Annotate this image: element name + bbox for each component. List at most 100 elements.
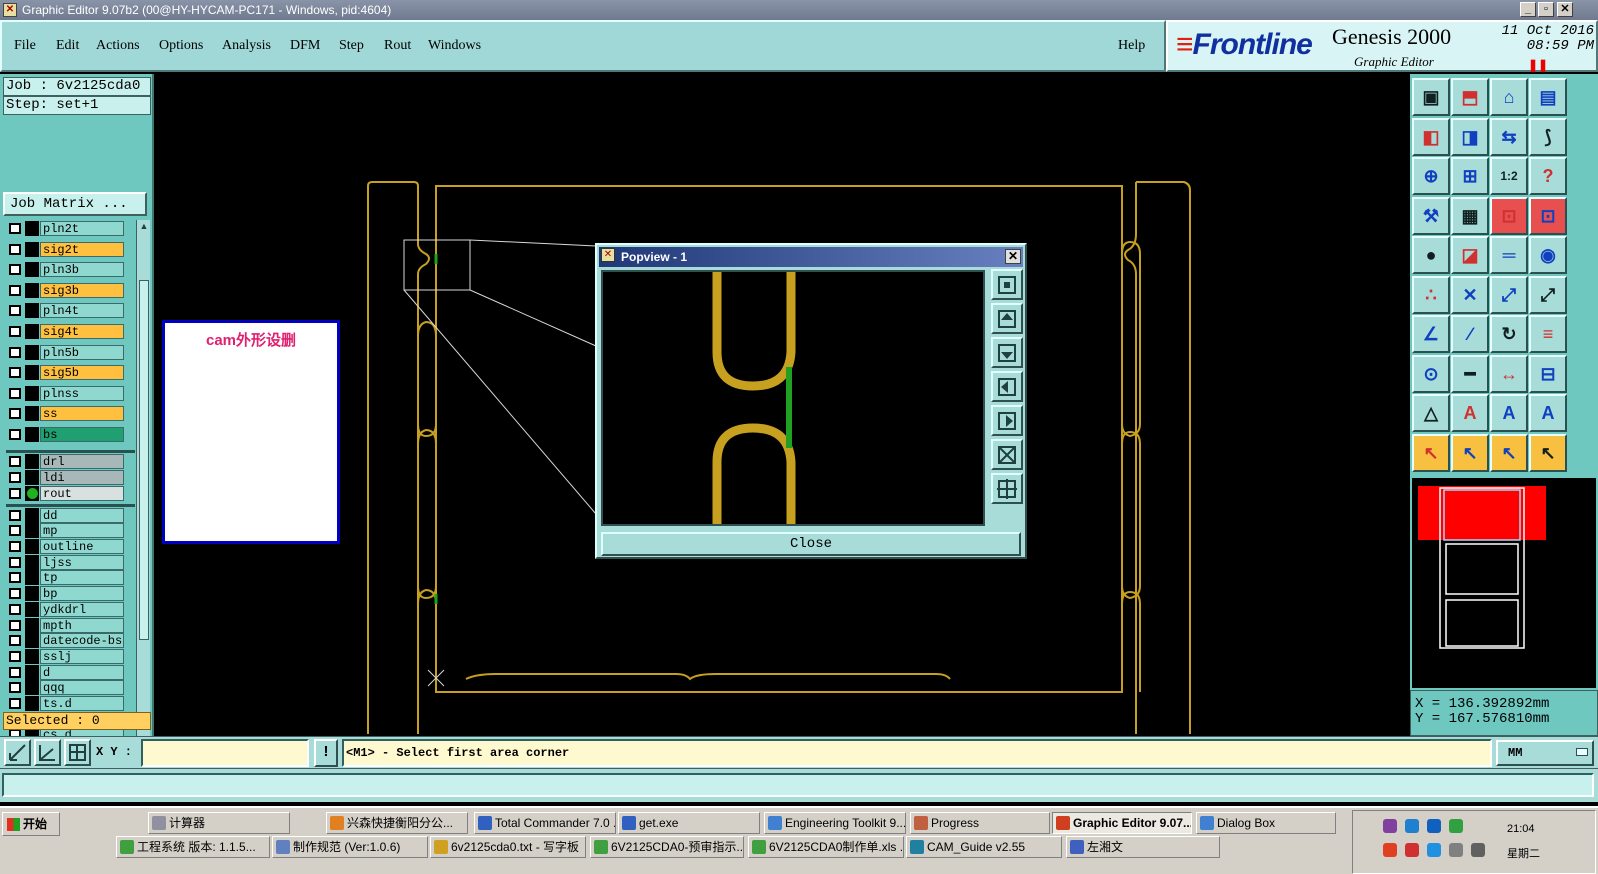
- tool-window-icon[interactable]: ▤: [1529, 78, 1567, 116]
- layer-checkbox[interactable]: [9, 408, 21, 420]
- layer-row[interactable]: plnss: [3, 385, 135, 401]
- taskbar-item[interactable]: 6V2125CDA0-预审指示....: [590, 836, 744, 858]
- layer-name[interactable]: plnss: [40, 385, 124, 401]
- menu-windows[interactable]: Windows: [428, 38, 481, 54]
- tool-a2-icon[interactable]: A: [1490, 394, 1528, 432]
- layer-row[interactable]: pln3b: [3, 262, 135, 278]
- layer-scrollbar[interactable]: ▲ ▼: [136, 220, 150, 780]
- layer-checkbox[interactable]: [9, 429, 21, 440]
- layer-name[interactable]: pln5b: [40, 344, 124, 360]
- tool-net-icon[interactable]: ⊡: [1490, 196, 1528, 235]
- layer-checkbox[interactable]: [9, 635, 21, 647]
- layer-row[interactable]: sig4t: [3, 324, 135, 339]
- tray-icon[interactable]: [1383, 843, 1397, 857]
- taskbar-item[interactable]: 6v2125cda0.txt - 写字板: [430, 836, 586, 858]
- start-button[interactable]: 开始: [2, 812, 60, 836]
- layer-row[interactable]: pln2t: [3, 221, 135, 236]
- layer-name[interactable]: mpth: [40, 617, 124, 633]
- tool-line-icon[interactable]: ∕: [1451, 315, 1489, 353]
- tool-home-icon[interactable]: ▣: [1412, 78, 1450, 116]
- overview-map[interactable]: [1410, 476, 1598, 690]
- layer-name[interactable]: sig3b: [40, 282, 124, 298]
- layer-row[interactable]: ss: [3, 406, 135, 422]
- layer-row[interactable]: ts.d: [3, 696, 135, 711]
- layer-row[interactable]: rout: [3, 485, 135, 501]
- layer-name[interactable]: drl: [40, 453, 124, 469]
- layer-checkbox[interactable]: [9, 588, 21, 600]
- menu-rout[interactable]: Rout: [384, 38, 411, 54]
- layer-row[interactable]: ydkdrl: [3, 601, 135, 617]
- tool-minus-icon[interactable]: ━: [1451, 354, 1489, 393]
- layer-checkbox[interactable]: [9, 387, 21, 399]
- tool-save-icon[interactable]: ⬒: [1451, 78, 1489, 116]
- layer-row[interactable]: pln5b: [3, 344, 135, 360]
- tool-pointer4-icon[interactable]: ↖: [1529, 433, 1567, 472]
- layer-name[interactable]: ss: [40, 406, 124, 422]
- bluetooth-icon[interactable]: [1427, 819, 1441, 833]
- layer-checkbox[interactable]: [9, 682, 21, 694]
- menu-options[interactable]: Options: [159, 38, 203, 54]
- network-icon[interactable]: [1449, 843, 1463, 857]
- tool-circle-icon[interactable]: ◉: [1529, 236, 1567, 274]
- layer-checkbox[interactable]: [9, 346, 21, 358]
- layer-checkbox[interactable]: [9, 509, 21, 521]
- layer-row[interactable]: outline: [3, 539, 135, 554]
- layer-name[interactable]: pln2t: [40, 221, 124, 236]
- layer-checkbox[interactable]: [9, 650, 21, 662]
- popview-close-button[interactable]: Close: [601, 532, 1021, 556]
- close-window-button[interactable]: ✕: [1557, 2, 1573, 17]
- layer-checkbox[interactable]: [9, 541, 21, 552]
- taskbar-item[interactable]: 工程系统 版本: 1.1.5...: [116, 836, 270, 858]
- layer-row[interactable]: ldi: [3, 469, 135, 485]
- layer-name[interactable]: sig2t: [40, 241, 124, 257]
- layer-checkbox[interactable]: [9, 603, 21, 615]
- layer-row[interactable]: sig3b: [3, 282, 135, 298]
- layer-checkbox[interactable]: [9, 525, 21, 537]
- zoom-out-icon[interactable]: [991, 473, 1023, 504]
- tool-prev-icon[interactable]: ◧: [1412, 117, 1450, 156]
- popview-close-icon[interactable]: ✕: [1005, 249, 1021, 264]
- menu-analysis[interactable]: Analysis: [222, 38, 271, 54]
- taskbar-item[interactable]: 制作规范 (Ver:1.0.6): [272, 836, 428, 858]
- message-button[interactable]: !: [314, 739, 338, 767]
- tray-icon[interactable]: [1383, 819, 1397, 833]
- layer-name[interactable]: pln4t: [40, 303, 124, 319]
- tool-ruler-icon[interactable]: ═: [1490, 236, 1528, 274]
- layer-name[interactable]: ldi: [40, 469, 124, 485]
- tool-a3-icon[interactable]: A: [1529, 394, 1567, 432]
- tool-tri-icon[interactable]: △: [1412, 394, 1450, 432]
- taskbar-item[interactable]: Graphic Editor 9.07...: [1052, 812, 1192, 834]
- taskbar-item[interactable]: 兴森快捷衡阳分公...: [326, 812, 468, 834]
- menu-actions[interactable]: Actions: [96, 38, 140, 54]
- scroll-up-icon[interactable]: ▲: [138, 220, 150, 232]
- layer-name[interactable]: sig5b: [40, 365, 124, 381]
- layer-name[interactable]: datecode-bs: [40, 633, 124, 649]
- layer-checkbox[interactable]: [9, 223, 21, 234]
- layer-checkbox[interactable]: [9, 455, 21, 467]
- layer-name[interactable]: ljss: [40, 554, 124, 570]
- tool-zoom-fit-icon[interactable]: ⊕: [1412, 157, 1450, 195]
- taskbar-item[interactable]: Engineering Toolkit 9....: [764, 812, 906, 834]
- layer-row[interactable]: ljss: [3, 554, 135, 570]
- layer-checkbox[interactable]: [9, 326, 21, 337]
- taskbar-item[interactable]: Progress: [910, 812, 1050, 834]
- layer-checkbox[interactable]: [9, 243, 21, 255]
- layer-name[interactable]: outline: [40, 539, 124, 554]
- popview-canvas[interactable]: [601, 270, 985, 526]
- layer-row[interactable]: sslj: [3, 648, 135, 664]
- taskbar-item[interactable]: Dialog Box: [1196, 812, 1336, 834]
- layer-checkbox[interactable]: [9, 471, 21, 483]
- tool-pointer3-icon[interactable]: ↖: [1490, 433, 1528, 472]
- pan-right-icon[interactable]: [991, 405, 1023, 436]
- pan-up-icon[interactable]: [991, 303, 1023, 334]
- tool-next-icon[interactable]: ◨: [1451, 117, 1489, 156]
- tool-house-icon[interactable]: ⌂: [1490, 78, 1528, 116]
- layer-name[interactable]: dd: [40, 507, 124, 523]
- tool-mirror-icon[interactable]: ≡: [1529, 315, 1567, 353]
- layer-row[interactable]: d: [3, 664, 135, 680]
- menu-edit[interactable]: Edit: [56, 38, 79, 54]
- volume-icon[interactable]: [1471, 843, 1485, 857]
- tool-cross-icon[interactable]: ✕: [1451, 275, 1489, 314]
- measure-icon[interactable]: [34, 739, 61, 766]
- maximize-button[interactable]: ▫: [1538, 2, 1554, 17]
